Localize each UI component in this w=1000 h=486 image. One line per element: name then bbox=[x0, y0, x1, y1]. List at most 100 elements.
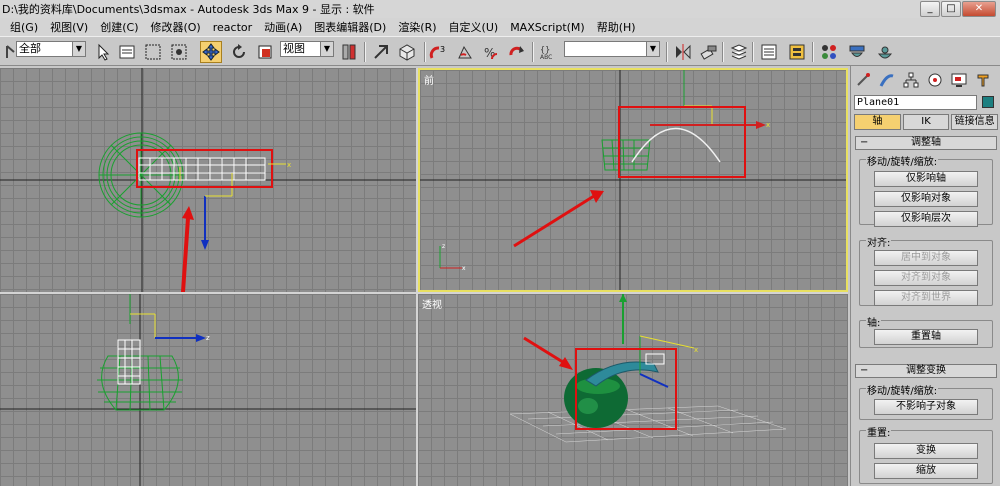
transform-move-group: 移动/旋转/缩放: 不影响子对象 bbox=[859, 382, 993, 420]
align-icon[interactable] bbox=[698, 41, 720, 63]
highlight-box bbox=[136, 149, 273, 188]
reset-transform-button[interactable]: 变换 bbox=[874, 443, 978, 459]
select-by-name-icon[interactable] bbox=[116, 41, 138, 63]
center-to-object-button[interactable]: 居中到对象 bbox=[874, 250, 978, 266]
spinner-snap-icon[interactable] bbox=[506, 41, 528, 63]
title-bar: D:\我的资料库\Documents\3dsmax - Autodesk 3ds… bbox=[0, 0, 1000, 18]
select-region-icon[interactable] bbox=[142, 41, 164, 63]
viewport-divider[interactable] bbox=[0, 292, 848, 294]
object-name-field[interactable]: Plane01 bbox=[854, 95, 977, 110]
minimize-button[interactable]: _ bbox=[920, 1, 940, 17]
affect-pivot-only-button[interactable]: 仅影响轴 bbox=[874, 171, 978, 187]
viewport-top[interactable]: x bbox=[0, 68, 416, 292]
dont-affect-children-button[interactable]: 不影响子对象 bbox=[874, 399, 978, 415]
rollout-title: 调整变换 bbox=[906, 365, 946, 376]
menu-reactor[interactable]: reactor bbox=[207, 21, 258, 34]
motion-icon[interactable] bbox=[925, 70, 945, 90]
home-grid bbox=[509, 405, 787, 443]
selection-filter-value: 全部 bbox=[19, 42, 41, 55]
align-to-world-button[interactable]: 对齐到世界 bbox=[874, 290, 978, 306]
pivot-icon[interactable] bbox=[338, 41, 360, 63]
svg-text:z: z bbox=[442, 243, 445, 250]
menu-graph-editors[interactable]: 图表编辑器(D) bbox=[308, 19, 392, 35]
scale-icon[interactable] bbox=[254, 41, 276, 63]
viewport-divider[interactable] bbox=[416, 68, 418, 486]
tab-pivot[interactable]: 轴 bbox=[854, 114, 901, 130]
toolbar-separator bbox=[752, 42, 754, 62]
move-icon[interactable] bbox=[200, 41, 222, 63]
select-icon[interactable] bbox=[92, 41, 114, 63]
menu-views[interactable]: 视图(V) bbox=[44, 19, 94, 35]
snap-icon[interactable]: 3 bbox=[428, 41, 450, 63]
angle-snap-icon[interactable] bbox=[454, 41, 476, 63]
chevron-down-icon: ▼ bbox=[646, 42, 659, 56]
svg-text:x: x bbox=[694, 346, 698, 354]
toolbar-separator bbox=[722, 42, 724, 62]
material-editor-icon[interactable] bbox=[818, 41, 840, 63]
rollout-adjust-pivot[interactable]: − 调整轴 bbox=[855, 136, 997, 150]
render-setup-icon[interactable] bbox=[846, 41, 868, 63]
group-label: 移动/旋转/缩放: bbox=[866, 382, 939, 397]
manipulate-icon[interactable] bbox=[370, 41, 392, 63]
move-rotate-scale-group: 移动/旋转/缩放: 仅影响轴 仅影响对象 仅影响层次 bbox=[859, 153, 993, 227]
menu-animation[interactable]: 动画(A) bbox=[258, 19, 308, 35]
svg-text:{}: {} bbox=[540, 45, 550, 54]
close-button[interactable]: ✕ bbox=[962, 1, 996, 17]
menu-rendering[interactable]: 渲染(R) bbox=[392, 19, 442, 35]
edit-named-selection-icon[interactable]: {} ABC bbox=[538, 41, 560, 63]
viewport-left[interactable]: z bbox=[0, 294, 416, 486]
selection-filter-dropdown[interactable]: 全部 ▼ bbox=[16, 41, 86, 57]
modify-icon[interactable] bbox=[877, 70, 897, 90]
svg-text:x: x bbox=[766, 121, 770, 129]
menu-create[interactable]: 创建(C) bbox=[94, 19, 144, 35]
window-crossing-icon[interactable] bbox=[168, 41, 190, 63]
percent-snap-icon[interactable]: % bbox=[480, 41, 502, 63]
utilities-icon[interactable] bbox=[973, 70, 993, 90]
plane-grid-top bbox=[138, 157, 266, 181]
reset-scale-button[interactable]: 缩放 bbox=[874, 463, 978, 479]
display-icon[interactable] bbox=[949, 70, 969, 90]
rollout-adjust-transform[interactable]: − 调整变换 bbox=[855, 364, 997, 378]
viewport-perspective[interactable]: 透视 x bbox=[418, 294, 848, 486]
reset-group: 重置: 变换 缩放 bbox=[859, 424, 993, 484]
reference-coord-dropdown[interactable]: 视图 ▼ bbox=[280, 41, 334, 57]
main-toolbar: 全部 ▼ 视图 ▼ 3 % {} ABC ▼ bbox=[0, 36, 1000, 66]
object-color-swatch[interactable] bbox=[982, 96, 994, 108]
menu-modifiers[interactable]: 修改器(O) bbox=[144, 19, 206, 35]
schematic-icon[interactable] bbox=[786, 41, 808, 63]
svg-text:3: 3 bbox=[440, 45, 445, 54]
menu-bar: 组(G) 视图(V) 创建(C) 修改器(O) reactor 动画(A) 图表… bbox=[0, 18, 1000, 36]
affect-object-only-button[interactable]: 仅影响对象 bbox=[874, 191, 978, 207]
tab-link-info[interactable]: 链接信息 bbox=[951, 114, 999, 130]
pot-wireframe-top bbox=[98, 132, 184, 218]
left-view-scene: z bbox=[0, 294, 416, 486]
toolbar-separator bbox=[532, 42, 534, 62]
layer-icon[interactable] bbox=[728, 41, 750, 63]
named-selection-dropdown[interactable]: ▼ bbox=[564, 41, 660, 57]
reset-pivot-button[interactable]: 重置轴 bbox=[874, 329, 978, 345]
svg-text:x: x bbox=[462, 265, 466, 272]
reference-coord-value: 视图 bbox=[283, 42, 305, 55]
toolbar-separator bbox=[364, 42, 366, 62]
maximize-button[interactable]: □ bbox=[941, 1, 961, 17]
tab-ik[interactable]: IK bbox=[902, 114, 950, 130]
hierarchy-icon[interactable] bbox=[901, 70, 921, 90]
viewport-front[interactable]: 前 x z x bbox=[418, 68, 848, 292]
menu-group[interactable]: 组(G) bbox=[4, 19, 44, 35]
chevron-down-icon: ▼ bbox=[72, 42, 85, 56]
keyboard-shortcut-icon[interactable] bbox=[396, 41, 418, 63]
curve-editor-icon[interactable] bbox=[758, 41, 780, 63]
toolbar-separator bbox=[812, 42, 814, 62]
front-view-scene: x z x bbox=[420, 70, 846, 290]
menu-maxscript[interactable]: MAXScript(M) bbox=[504, 21, 591, 34]
align-to-object-button[interactable]: 对齐到对象 bbox=[874, 270, 978, 286]
affect-hierarchy-only-button[interactable]: 仅影响层次 bbox=[874, 211, 978, 227]
menu-customize[interactable]: 自定义(U) bbox=[443, 19, 505, 35]
rotate-icon[interactable] bbox=[228, 41, 250, 63]
quick-render-icon[interactable] bbox=[874, 41, 896, 63]
menu-help[interactable]: 帮助(H) bbox=[591, 19, 642, 35]
svg-text:z: z bbox=[206, 334, 210, 342]
mirror-icon[interactable] bbox=[672, 41, 694, 63]
highlight-box bbox=[618, 106, 746, 178]
create-icon[interactable] bbox=[853, 70, 873, 90]
